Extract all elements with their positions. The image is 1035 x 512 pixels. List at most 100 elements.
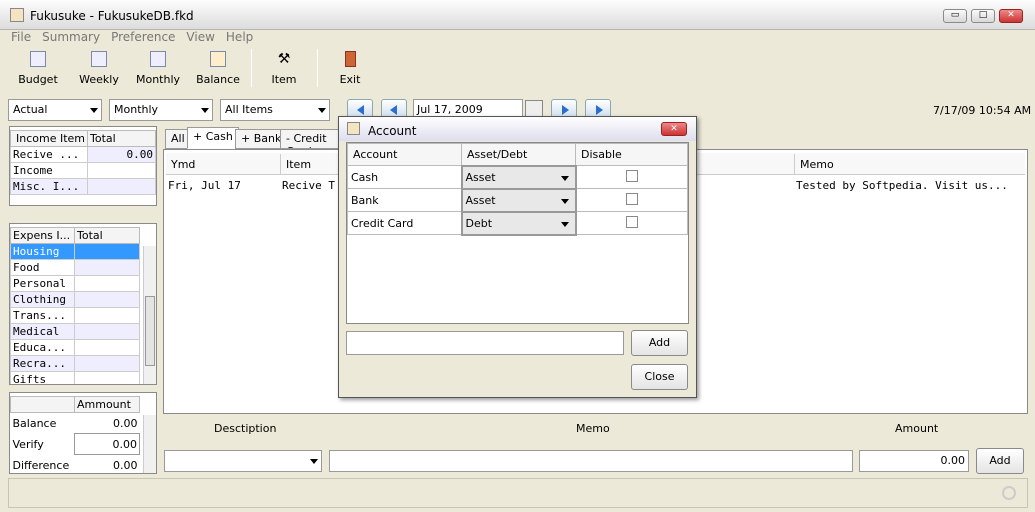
menu-view[interactable]: View [186, 30, 214, 44]
busy-indicator-icon [1002, 486, 1016, 500]
dialog-close-icon[interactable]: ✕ [661, 122, 687, 136]
income-item[interactable]: Misc. I... [9, 178, 89, 195]
close-button[interactable]: ✕ [999, 9, 1023, 23]
balance-header-amount[interactable]: Ammount [74, 396, 140, 413]
account-name[interactable]: Cash [347, 165, 462, 189]
income-item[interactable]: Income [9, 162, 89, 179]
menu-bar: File Summary Preference View Help [0, 30, 1035, 45]
weekly-button[interactable]: Weekly [73, 49, 125, 86]
disable-checkbox[interactable] [625, 215, 638, 228]
budget-button[interactable]: Budget [12, 49, 64, 86]
item-label: Item [271, 73, 297, 86]
app-icon [347, 122, 360, 135]
toolbar-separator [317, 49, 318, 87]
expense-total[interactable] [74, 323, 140, 340]
income-header-total[interactable]: Total [87, 130, 156, 147]
monthly-button[interactable]: Monthly [132, 49, 184, 86]
expense-item[interactable]: Food [10, 259, 75, 276]
balance-label: Balance [12, 416, 57, 430]
arrow-right-icon [562, 105, 569, 115]
income-item[interactable]: Recive ... [9, 146, 89, 163]
expense-item[interactable]: Gifts [10, 371, 75, 384]
add-entry-button[interactable]: Add [976, 448, 1024, 474]
minimize-button[interactable]: ▭ [943, 9, 967, 23]
disable-checkbox[interactable] [625, 192, 638, 205]
expense-total[interactable] [74, 339, 140, 356]
memo-input[interactable] [329, 450, 853, 472]
menu-help[interactable]: Help [226, 30, 253, 44]
income-total[interactable] [87, 162, 156, 179]
mode-select[interactable]: Actual [8, 99, 102, 121]
header-asset-debt[interactable]: Asset/Debt [461, 143, 576, 166]
account-name[interactable]: Bank [347, 188, 462, 212]
period-select[interactable]: Monthly [109, 99, 213, 121]
expense-item[interactable]: Recra... [10, 355, 75, 372]
header-account[interactable]: Account [347, 143, 462, 166]
scroll-thumb[interactable] [145, 296, 155, 366]
expense-item[interactable]: Medical [10, 323, 75, 340]
expense-total[interactable] [74, 371, 140, 384]
maximize-button[interactable]: □ [971, 9, 995, 23]
expense-item[interactable]: Clothing [10, 291, 75, 308]
header-disable[interactable]: Disable [575, 143, 688, 166]
ledger-cell-item[interactable]: Recive T [282, 179, 335, 192]
ledger-cell-ymd[interactable]: Fri, Jul 17 [168, 179, 241, 192]
add-account-button[interactable]: Add [631, 330, 688, 356]
amount-label: Amount [895, 422, 939, 435]
balance-value: 0.00 [113, 416, 138, 430]
new-account-input[interactable] [346, 331, 624, 355]
expense-item[interactable]: Housing [10, 243, 75, 260]
amount-input[interactable]: 0.00 [859, 450, 969, 472]
expense-item[interactable]: Trans... [10, 307, 75, 324]
tools-icon: ⚒ [277, 51, 291, 67]
expense-item[interactable]: Educa... [10, 339, 75, 356]
expense-total[interactable] [74, 355, 140, 372]
income-header-item[interactable]: Income Item [9, 130, 89, 147]
exit-button[interactable]: Exit [324, 49, 376, 86]
account-type-select[interactable]: Debt [460, 210, 577, 236]
account-table: Account Asset/Debt Disable Cash Asset Bank A… [346, 142, 689, 324]
chevron-down-icon [310, 459, 318, 464]
menu-preference[interactable]: Preference [111, 30, 175, 44]
item-button[interactable]: ⚒ Item [258, 49, 310, 86]
verify-field[interactable]: 0.00 [74, 433, 140, 455]
ledger-header-memo[interactable]: Memo [800, 158, 834, 171]
toolbar: Budget Weekly Monthly Balance ⚒ Item Exit [0, 45, 1035, 93]
difference-value: 0.00 [113, 458, 138, 472]
expense-header-item[interactable]: Expens I... [10, 227, 75, 244]
column-divider [280, 154, 281, 174]
expense-total[interactable] [74, 307, 140, 324]
items-select[interactable]: All Items [220, 99, 330, 121]
income-total[interactable] [87, 178, 156, 195]
balance-icon [210, 51, 226, 67]
window-title: Fukusuke - FukusukeDB.fkd [30, 9, 194, 23]
chevron-down-icon [560, 221, 569, 227]
account-name[interactable]: Credit Card [347, 211, 462, 235]
account-type-select[interactable]: Asset [460, 164, 577, 190]
expense-header-total[interactable]: Total [74, 227, 140, 244]
ledger-cell-memo[interactable]: Tested by Softpedia. Visit us... [796, 179, 1008, 192]
expense-table: Expens I... Total Housing Food Personal C… [9, 223, 157, 385]
expense-item[interactable]: Personal [10, 275, 75, 292]
description-select[interactable] [164, 450, 322, 472]
close-dialog-button[interactable]: Close [631, 364, 688, 390]
expense-total[interactable] [74, 243, 140, 260]
menu-file[interactable]: File [11, 30, 31, 44]
expense-scrollbar[interactable] [143, 246, 156, 384]
weekly-label: Weekly [79, 73, 119, 86]
ledger-header-ymd[interactable]: Ymd [171, 158, 195, 171]
income-total[interactable]: 0.00 [87, 146, 156, 163]
menu-summary[interactable]: Summary [42, 30, 100, 44]
toolbar-separator [251, 49, 252, 87]
balance-scrollbar[interactable] [143, 415, 156, 473]
disable-checkbox[interactable] [625, 169, 638, 182]
balance-button[interactable]: Balance [192, 49, 244, 86]
account-type-select[interactable]: Asset [460, 187, 577, 213]
expense-total[interactable] [74, 259, 140, 276]
memo-label: Memo [576, 422, 610, 435]
ledger-header-item[interactable]: Item [286, 158, 311, 171]
expense-total[interactable] [74, 291, 140, 308]
tab-cash[interactable]: + Cash [187, 127, 239, 149]
expense-total[interactable] [74, 275, 140, 292]
items-select-value: All Items [225, 103, 273, 116]
